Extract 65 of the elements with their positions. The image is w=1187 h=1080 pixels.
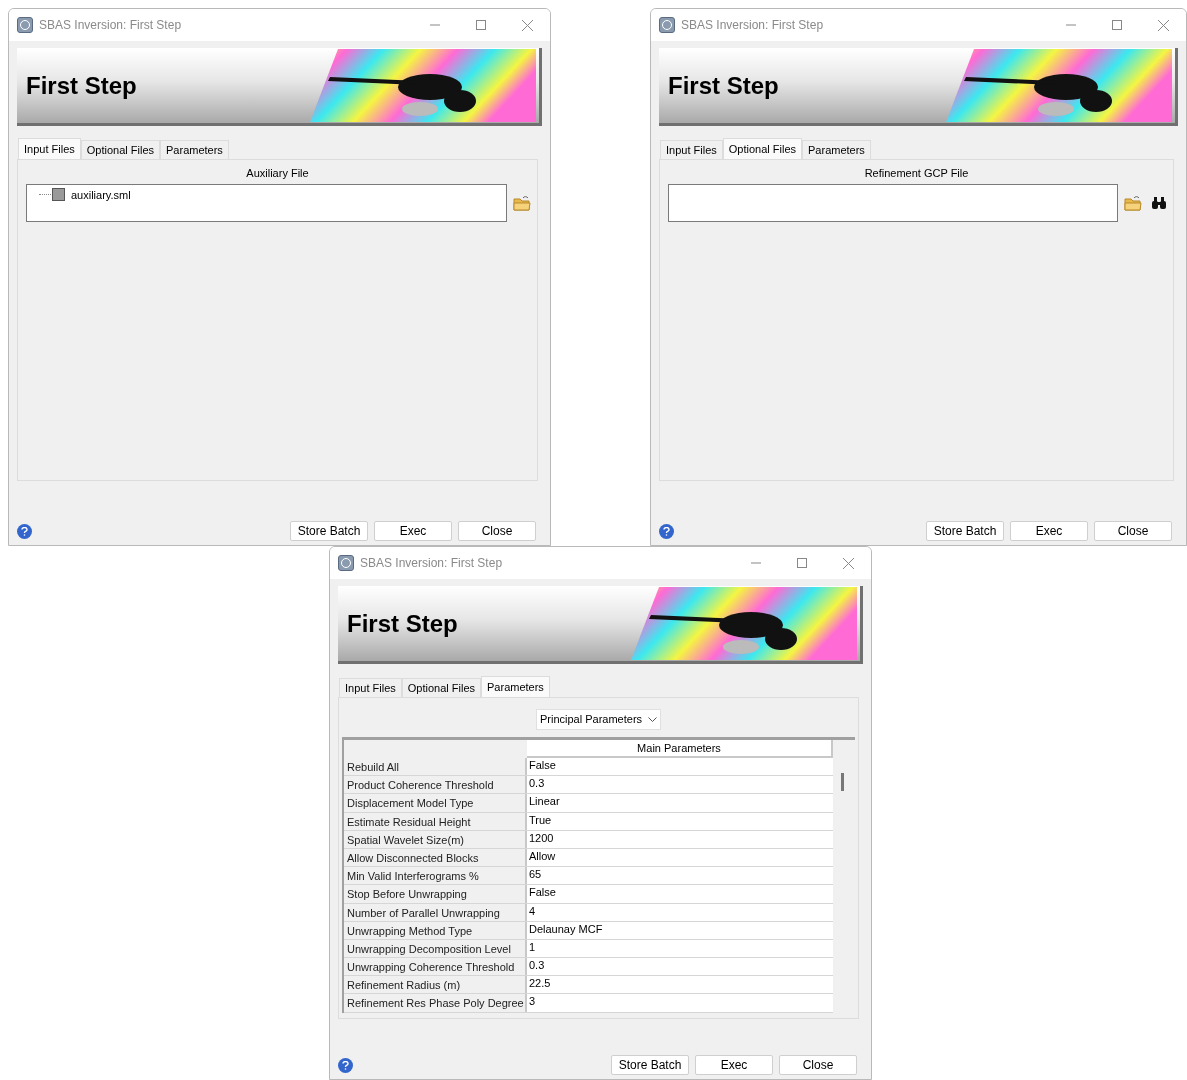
maximize-icon[interactable] xyxy=(797,558,807,568)
parameter-value[interactable]: Linear xyxy=(527,794,833,812)
dialog-button[interactable]: Exec xyxy=(374,521,452,541)
help-icon[interactable] xyxy=(659,523,674,539)
dialog-button[interactable]: Store Batch xyxy=(611,1055,689,1075)
window-title: SBAS Inversion: First Step xyxy=(39,17,182,34)
parameter-value[interactable]: False xyxy=(527,758,833,776)
parameter-name: Product Coherence Threshold xyxy=(344,776,527,794)
parameter-name: Refinement Res Phase Poly Degree xyxy=(344,994,527,1012)
parameter-value[interactable]: False xyxy=(527,885,833,903)
dialog-button[interactable]: Exec xyxy=(695,1055,773,1075)
help-icon[interactable] xyxy=(338,1057,353,1073)
dialog-button[interactable]: Close xyxy=(1094,521,1172,541)
parameter-value[interactable]: 3 xyxy=(527,994,833,1012)
tab[interactable]: Optional Files xyxy=(401,678,481,697)
tab[interactable]: Optional Files xyxy=(722,138,802,159)
parameter-value[interactable]: 0.3 xyxy=(527,958,833,976)
window-title: SBAS Inversion: First Step xyxy=(360,555,503,572)
header-title: First Step xyxy=(668,70,779,101)
app-icon xyxy=(17,17,33,33)
tab[interactable]: Parameters xyxy=(481,676,550,697)
binoculars-icon[interactable] xyxy=(1151,195,1167,210)
app-icon xyxy=(659,17,675,33)
tab[interactable]: Input Files xyxy=(339,678,402,697)
parameter-name: Rebuild All xyxy=(344,758,527,776)
tab[interactable]: Optional Files xyxy=(80,140,160,159)
tab[interactable]: Input Files xyxy=(660,140,723,159)
field-label: Auxiliary File xyxy=(246,166,309,181)
parameter-name: Refinement Radius (m) xyxy=(344,976,527,994)
dialog-button[interactable]: Store Batch xyxy=(290,521,368,541)
file-name[interactable]: auxiliary.sml xyxy=(71,186,131,203)
parameters-dropdown[interactable]: Principal Parameters xyxy=(535,709,662,730)
parameter-name: Min Valid Interferograms % xyxy=(344,867,527,885)
maximize-icon[interactable] xyxy=(1112,20,1122,30)
close-icon[interactable] xyxy=(521,19,533,31)
parameter-value[interactable]: 22.5 xyxy=(527,976,833,994)
tab[interactable]: Parameters xyxy=(160,140,229,159)
help-icon[interactable] xyxy=(17,523,32,539)
dialog-button[interactable]: Close xyxy=(458,521,536,541)
parameter-name: Unwrapping Coherence Threshold xyxy=(344,958,527,976)
parameter-name: Stop Before Unwrapping xyxy=(344,885,527,903)
close-icon[interactable] xyxy=(1157,19,1169,31)
header-title: First Step xyxy=(347,608,458,639)
tree-line xyxy=(39,194,51,196)
dialog-button[interactable]: Exec xyxy=(1010,521,1088,541)
chevron-down-icon xyxy=(648,716,658,723)
tab[interactable]: Input Files xyxy=(18,138,81,159)
file-icon xyxy=(52,188,65,202)
dialog-button[interactable]: Close xyxy=(779,1055,857,1075)
tab[interactable]: Parameters xyxy=(802,140,871,159)
field-label: Refinement GCP File xyxy=(864,166,969,181)
column-header: Main Parameters xyxy=(527,740,833,758)
parameter-name: Displacement Model Type xyxy=(344,794,527,812)
header-title: First Step xyxy=(26,70,137,101)
folder-icon[interactable] xyxy=(513,194,531,211)
folder-icon[interactable] xyxy=(1124,194,1142,211)
dialog-button[interactable]: Store Batch xyxy=(926,521,1004,541)
window-title: SBAS Inversion: First Step xyxy=(681,17,824,34)
parameter-value[interactable]: 65 xyxy=(527,867,833,885)
file-list[interactable]: auxiliary.sml xyxy=(26,183,507,222)
maximize-icon[interactable] xyxy=(476,20,486,30)
app-icon xyxy=(338,555,354,571)
scrollbar-thumb[interactable] xyxy=(840,773,844,791)
parameter-value[interactable]: 0.3 xyxy=(527,776,833,794)
close-icon[interactable] xyxy=(842,557,854,569)
